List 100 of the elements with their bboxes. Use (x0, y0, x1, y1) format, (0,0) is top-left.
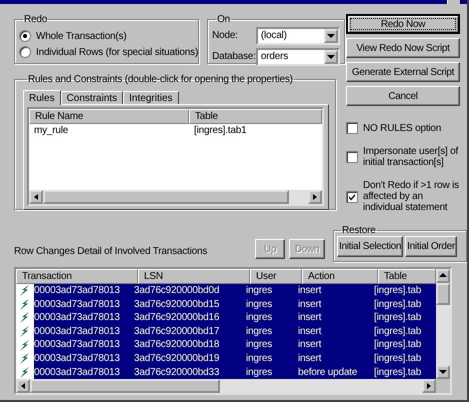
table-cell-text: ingres (246, 324, 274, 338)
arrow-right-icon (312, 193, 318, 201)
column-header[interactable]: LSN (138, 269, 250, 284)
table-cell-text: my_rule (33, 124, 70, 138)
table-cell-text: 00003ad73ad78013 (34, 284, 121, 298)
section-label: Row Changes Detail of Involved Transactions (14, 246, 208, 259)
lightning-icon (20, 366, 30, 378)
table-cell-text: 3ad76c920000bd15 (134, 298, 220, 312)
table-cell-text: insert (298, 352, 322, 366)
action-button[interactable]: Redo Now (346, 14, 460, 34)
table-cell-text: 3ad76c920000bd0d (134, 284, 220, 298)
scroll-right-button[interactable] (422, 379, 436, 394)
table-cell-text: ingres (246, 284, 274, 298)
horizontal-scrollbar[interactable] (29, 190, 322, 204)
table-cell-text: before update (298, 366, 358, 380)
column-header[interactable]: Transaction (16, 269, 138, 284)
radio-label[interactable]: Individual Rows (for special situations) (36, 46, 198, 58)
radio-label[interactable]: Whole Transaction(s) (36, 30, 126, 42)
table-cell-text: 3ad76c920000bd33 (134, 366, 220, 380)
scroll-thumb[interactable] (43, 190, 289, 204)
radio-button[interactable] (19, 46, 31, 58)
dropdown[interactable]: (local) (256, 26, 340, 44)
lightning-icon (20, 326, 30, 338)
column-header[interactable]: Table (378, 269, 436, 284)
lightning-icon (20, 312, 30, 324)
table-cell-text: ingres (246, 352, 274, 366)
checkbox[interactable] (346, 151, 358, 163)
lightning-icon (20, 298, 30, 310)
scroll-down-button[interactable] (436, 365, 450, 380)
lightning-icon (20, 285, 30, 296)
tab[interactable]: Integrities (123, 91, 179, 104)
table-row[interactable]: 00003ad73ad78013 3ad76c920000bd16 ingres insert [ingres].tab (34, 311, 436, 325)
table-cell-text: ingres (246, 366, 274, 380)
column-header[interactable]: Rule Name (29, 109, 189, 124)
arrow-down-icon (439, 368, 447, 376)
table-cell-text: [ingres].tab (374, 338, 422, 352)
checkbox[interactable] (346, 122, 358, 134)
table-cell-text: [ingres].tab (374, 298, 422, 312)
table-cell-text: [ingres].tab1 (193, 124, 246, 138)
arrow-up-icon (439, 272, 447, 280)
scroll-left-button[interactable] (29, 190, 43, 204)
rules-list[interactable]: Rule Name Table my_rule [ingres].tab1 (27, 107, 324, 206)
lightning-icon (20, 353, 30, 364)
restore-button[interactable]: Initial Order (405, 236, 457, 257)
table-row[interactable]: 00003ad73ad78013 3ad76c920000bd0d ingres insert [ingres].tab (34, 284, 436, 298)
dropdown[interactable]: orders (256, 48, 340, 66)
arrow-left-icon (33, 193, 39, 201)
table-row[interactable]: 00003ad73ad78013 3ad76c920000bd19 ingres insert [ingres].tab (34, 352, 436, 366)
table-cell-text: insert (298, 311, 322, 325)
tab[interactable]: Constraints (60, 91, 124, 104)
group-label: Rules and Constraints (double-click for opening the properties) (27, 74, 294, 85)
table-row[interactable]: 00003ad73ad78013 3ad76c920000bd33 ingres before update [ingres].tab (34, 366, 436, 380)
table-row[interactable]: 00003ad73ad78013 3ad76c920000bd18 ingres insert [ingres].tab (34, 338, 436, 352)
table-row[interactable]: 00003ad73ad78013 3ad76c920000bd17 ingres insert [ingres].tab (34, 324, 436, 338)
scroll-thumb[interactable] (30, 379, 220, 394)
table-row[interactable]: 00003ad73ad78013 3ad76c920000bd15 ingres insert [ingres].tab (34, 298, 436, 312)
column-header[interactable]: User (250, 269, 302, 284)
table-cell-text: ingres (246, 311, 274, 325)
restore-button[interactable]: Initial Selection (337, 236, 404, 257)
checkbox-label[interactable]: Don't Redo if >1 row is affected by an individual statement (363, 180, 460, 213)
table-cell-text: 00003ad73ad78013 (34, 324, 121, 338)
vertical-scrollbar[interactable] (436, 269, 450, 380)
group-label: Restore (341, 225, 377, 236)
column-header[interactable]: Table (189, 109, 322, 124)
transactions-table[interactable] (14, 267, 452, 395)
table-cell-text: [ingres].tab (374, 366, 422, 380)
checkbox-label[interactable]: Impersonate user[s] of initial transaction[s] (363, 146, 460, 168)
arrow-down-icon (326, 32, 335, 40)
horizontal-scrollbar[interactable] (16, 379, 436, 394)
table-cell-text: insert (298, 338, 322, 352)
table-cell-text: ingres (246, 298, 274, 312)
table-cell-text: [ingres].tab (374, 284, 422, 298)
table-cell-text: insert (298, 324, 322, 338)
scroll-right-button[interactable] (308, 190, 322, 204)
table-cell-text: 3ad76c920000bd17 (134, 324, 220, 338)
column-header[interactable]: Action (302, 269, 378, 284)
table-cell-text: [ingres].tab (374, 324, 422, 338)
field-label: Database: (212, 51, 256, 62)
checkbox[interactable] (346, 190, 358, 202)
table-cell-text: [ingres].tab (374, 311, 422, 325)
table-cell-text: 00003ad73ad78013 (34, 338, 121, 352)
tab[interactable]: Rules (23, 90, 61, 105)
table-cell-text: 3ad76c920000bd16 (134, 311, 220, 325)
table-cell-text: 3ad76c920000bd19 (134, 352, 220, 366)
scroll-left-button[interactable] (16, 379, 30, 394)
group-label: Redo (23, 14, 48, 25)
scroll-thumb[interactable] (436, 283, 450, 305)
scrollbar-corner (436, 379, 450, 394)
table-cell-text: [ingres].tab (374, 352, 422, 366)
table-cell-text: ingres (246, 338, 274, 352)
scroll-up-button[interactable] (436, 269, 450, 283)
table-cell-text: 00003ad73ad78013 (34, 298, 121, 312)
radio-button[interactable] (19, 30, 31, 42)
action-button[interactable]: View Redo Now Script (346, 38, 460, 58)
close-button[interactable] (447, 0, 461, 4)
action-button[interactable]: Cancel (346, 86, 460, 106)
checkbox-label[interactable]: NO RULES option (363, 122, 442, 134)
action-button[interactable]: Generate External Script (346, 62, 460, 82)
table-cell-text: 00003ad73ad78013 (34, 352, 121, 366)
table-cell-text: insert (298, 284, 322, 298)
